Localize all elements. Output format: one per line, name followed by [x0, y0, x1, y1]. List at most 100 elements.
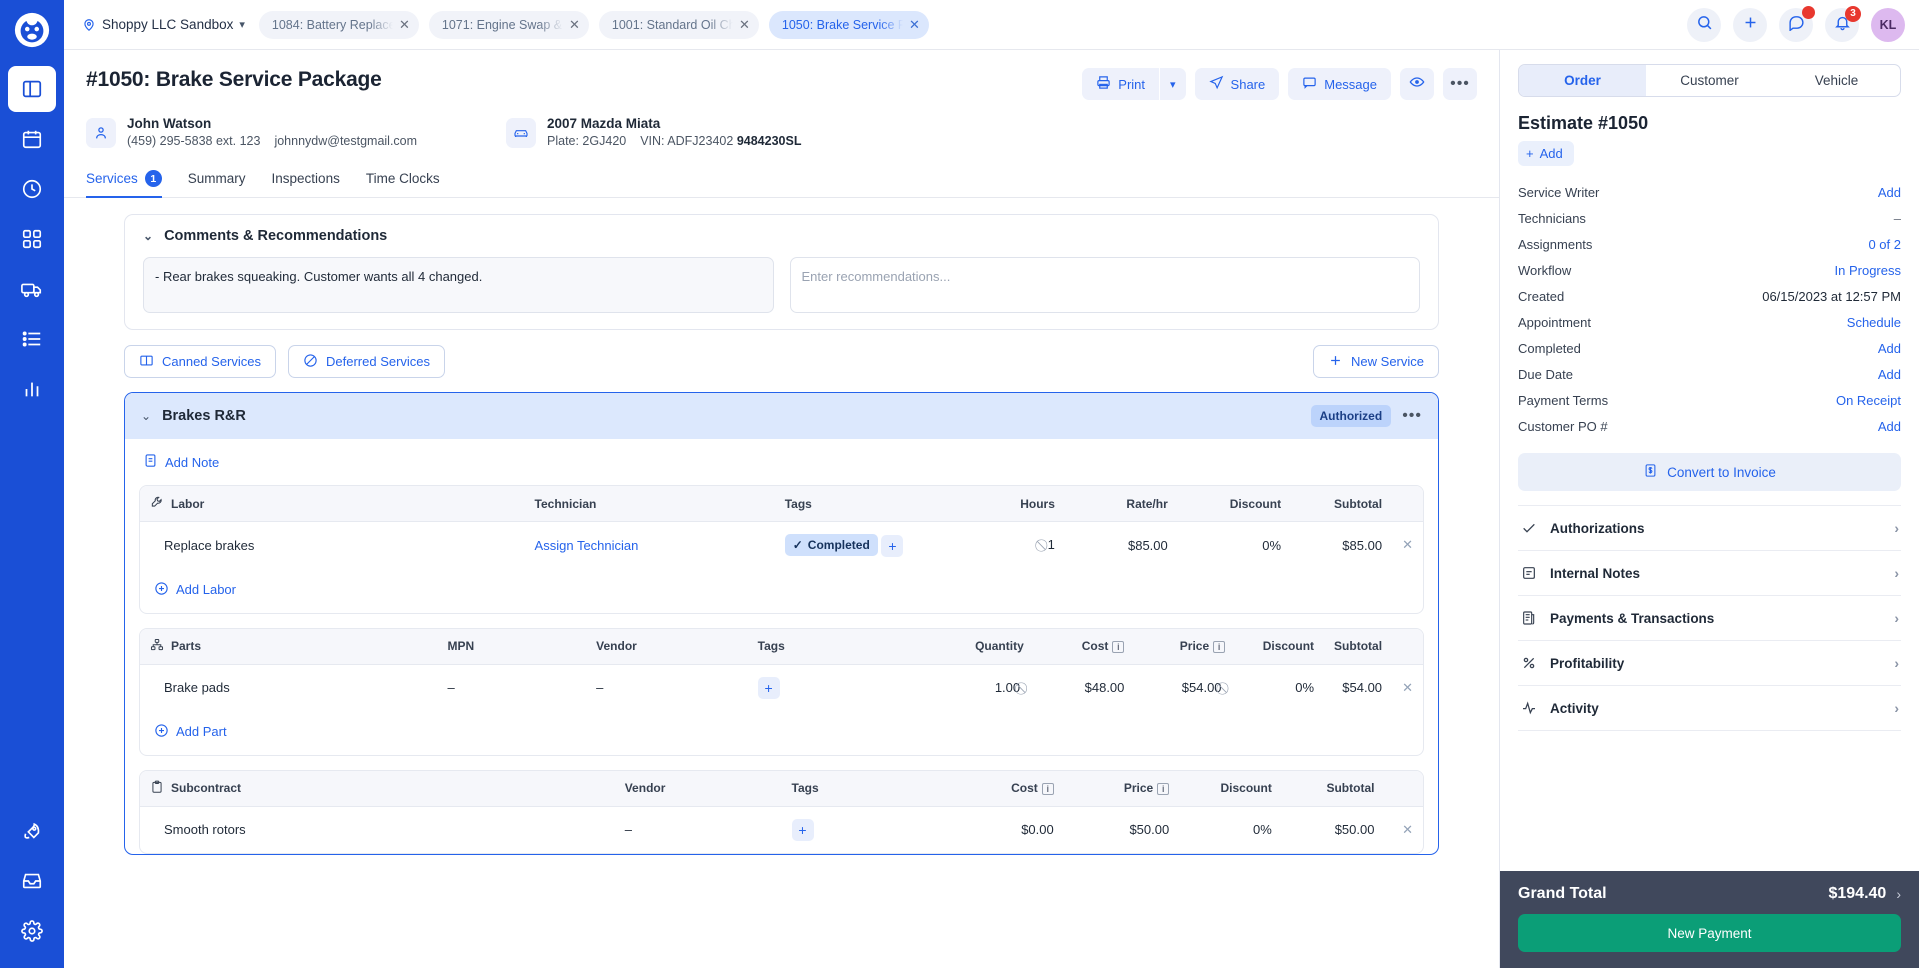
tab-time-clocks[interactable]: Time Clocks: [366, 164, 440, 198]
vehicle-summary[interactable]: 2007 Mazda Miata Plate: 2GJ420 VIN: ADFJ…: [506, 116, 801, 148]
info-icon[interactable]: i: [1041, 782, 1054, 795]
accordion-authorizations[interactable]: Authorizations ›: [1518, 506, 1901, 551]
canned-services-button[interactable]: Canned Services: [124, 345, 276, 378]
comments-card-header[interactable]: ⌄ Comments & Recommendations: [125, 215, 1438, 257]
convert-to-invoice-button[interactable]: Convert to Invoice: [1518, 453, 1901, 491]
field-appointment-label: Appointment: [1518, 314, 1591, 330]
close-icon[interactable]: ✕: [569, 18, 580, 31]
vehicle-vin: VIN: ADFJ23402 9484230SL: [640, 134, 801, 148]
add-labor-button[interactable]: Add Labor: [154, 581, 236, 599]
sidebar-item-settings[interactable]: [8, 908, 56, 954]
segment-vehicle[interactable]: Vehicle: [1773, 65, 1900, 96]
field-workflow-value[interactable]: In Progress: [1835, 263, 1901, 278]
labor-row-remove[interactable]: ✕: [1392, 522, 1423, 569]
sidebar-item-calendar[interactable]: [8, 116, 56, 162]
new-payment-button[interactable]: New Payment: [1518, 914, 1901, 952]
search-button[interactable]: [1687, 7, 1721, 42]
deferred-services-button[interactable]: Deferred Services: [288, 345, 446, 378]
message-button[interactable]: Message: [1288, 68, 1391, 100]
customer-summary[interactable]: John Watson (459) 295-5838 ext. 123 john…: [86, 116, 506, 148]
close-icon[interactable]: ✕: [1402, 537, 1413, 552]
accordion-authorizations-label: Authorizations: [1550, 520, 1645, 536]
table-row[interactable]: Smooth rotors – + $0.00 $50.00 0% $50.00…: [140, 806, 1423, 853]
table-row[interactable]: Replace brakes Assign Technician ✓ Compl…: [140, 522, 1423, 569]
sidebar-item-reports-grid[interactable]: [8, 216, 56, 262]
parts-row-remove[interactable]: ✕: [1392, 664, 1423, 711]
doc-tab-1084[interactable]: 1084: Battery Replacem ✕: [258, 10, 419, 39]
info-icon[interactable]: i: [1112, 640, 1125, 653]
sidebar-item-boost[interactable]: [8, 808, 56, 854]
close-icon[interactable]: ✕: [1402, 680, 1413, 695]
add-note-button[interactable]: Add Note: [143, 453, 219, 471]
shop-selector[interactable]: Shoppy LLC Sandbox ▾: [82, 17, 245, 32]
tab-time-clocks-label: Time Clocks: [365, 171, 440, 186]
subcontract-row-remove[interactable]: ✕: [1384, 806, 1423, 853]
print-options-button[interactable]: ▾: [1160, 68, 1186, 100]
close-icon[interactable]: ✕: [1402, 822, 1413, 837]
tag-completed[interactable]: ✓ Completed: [784, 534, 878, 556]
preview-button[interactable]: [1400, 68, 1434, 100]
field-customer-po: Customer PO # Add: [1518, 413, 1901, 439]
tab-summary[interactable]: Summary: [188, 164, 246, 198]
field-customer-po-value[interactable]: Add: [1878, 419, 1901, 434]
close-icon[interactable]: ✕: [909, 18, 920, 31]
messages-button[interactable]: [1779, 5, 1815, 42]
subcontract-row-tags: +: [782, 806, 949, 853]
service-card-header[interactable]: ⌄ Brakes R&R Authorized •••: [125, 393, 1438, 439]
left-nav-rail: [0, 0, 64, 968]
tab-services[interactable]: Services 1: [86, 164, 162, 198]
sidebar-item-time[interactable]: [8, 166, 56, 212]
subcontract-col-subtotal: Subtotal: [1281, 770, 1385, 807]
accordion-internal-notes[interactable]: Internal Notes ›: [1518, 551, 1901, 596]
accordion-activity[interactable]: Activity ›: [1518, 686, 1901, 731]
more-options-button[interactable]: •••: [1443, 68, 1477, 100]
field-completed-value[interactable]: Add: [1878, 341, 1901, 356]
estimate-add-button[interactable]: + Add: [1518, 141, 1574, 166]
grand-total-row[interactable]: Grand Total $194.40 ›: [1518, 885, 1901, 903]
percent-icon: [1520, 655, 1537, 671]
sidebar-item-fleet[interactable]: [8, 266, 56, 312]
notifications-button[interactable]: 3: [1825, 5, 1861, 42]
accordion-payments-transactions[interactable]: Payments & Transactions ›: [1518, 596, 1901, 641]
close-icon[interactable]: ✕: [399, 18, 410, 31]
segment-order[interactable]: Order: [1519, 65, 1646, 96]
recommendations-input[interactable]: [789, 257, 1420, 313]
ellipsis-icon[interactable]: •••: [1402, 408, 1422, 424]
field-service-writer-value[interactable]: Add: [1878, 185, 1901, 200]
field-due-date-value[interactable]: Add: [1878, 367, 1901, 382]
add-tag-button[interactable]: +: [881, 534, 904, 557]
segment-customer[interactable]: Customer: [1646, 65, 1773, 96]
print-button[interactable]: Print: [1082, 68, 1160, 100]
tab-inspections[interactable]: Inspections: [272, 164, 340, 198]
avatar[interactable]: KL: [1871, 7, 1905, 42]
field-created-label: Created: [1518, 288, 1565, 304]
info-icon[interactable]: i: [1157, 782, 1170, 795]
doc-tab-1050[interactable]: 1050: Brake Service Pac ✕: [768, 10, 929, 39]
add-tag-button[interactable]: +: [757, 676, 780, 699]
add-button[interactable]: [1733, 7, 1767, 42]
add-tag-button[interactable]: +: [791, 818, 814, 841]
doc-tab-1071[interactable]: 1071: Engine Swap & Un ✕: [428, 10, 589, 39]
info-icon[interactable]: i: [1213, 640, 1226, 653]
sidebar-item-analytics[interactable]: [8, 366, 56, 412]
customer-phone: (459) 295-5838 ext. 123: [127, 134, 261, 148]
field-assignments-value[interactable]: 0 of 2: [1868, 237, 1901, 252]
add-part-button[interactable]: Add Part: [154, 723, 227, 741]
services-scroll-region[interactable]: ⌄ Comments & Recommendations - Rear brak…: [64, 198, 1499, 968]
assign-technician-link[interactable]: Assign Technician: [525, 522, 775, 569]
field-appointment-value[interactable]: Schedule: [1847, 315, 1901, 330]
sidebar-item-lists[interactable]: [8, 316, 56, 362]
sidebar-item-dashboard[interactable]: [8, 66, 56, 112]
doc-tab-1001[interactable]: 1001: Standard Oil Chan ✕: [598, 10, 759, 39]
labor-col-remove: [1392, 486, 1423, 522]
accordion-profitability[interactable]: Profitability ›: [1518, 641, 1901, 686]
sidebar-item-inbox[interactable]: [8, 858, 56, 904]
new-service-button[interactable]: New Service: [1313, 345, 1439, 378]
comments-input[interactable]: - Rear brakes squeaking. Customer wants …: [143, 257, 774, 313]
share-button[interactable]: Share: [1194, 68, 1280, 100]
field-technicians: Technicians –: [1518, 205, 1901, 231]
status-badge[interactable]: Authorized: [1310, 405, 1392, 427]
field-payment-terms-value[interactable]: On Receipt: [1836, 393, 1901, 408]
table-row[interactable]: Brake pads – – + 1.00 ⃠ $48.00: [140, 664, 1423, 711]
close-icon[interactable]: ✕: [739, 18, 750, 31]
